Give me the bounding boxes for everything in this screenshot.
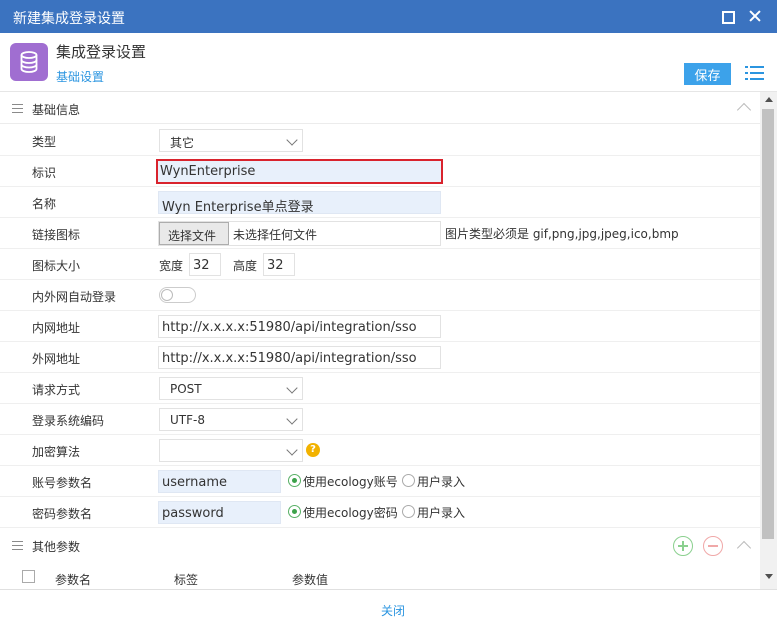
radio-use-ecology-password[interactable] <box>288 505 301 518</box>
column-header: 标签 <box>174 573 199 587</box>
chevron-down-icon <box>286 134 298 146</box>
encoding-select[interactable]: UTF-8 <box>159 408 303 431</box>
row-method: 请求方式 POST <box>0 373 760 404</box>
radio-label: 使用ecology账号 <box>303 475 398 489</box>
window-title: 新建集成登录设置 <box>13 11 125 27</box>
field-label: 登录系统编码 <box>32 414 105 428</box>
menu-icon <box>12 541 23 550</box>
collapse-icon[interactable] <box>736 540 752 556</box>
radio-label: 使用ecology密码 <box>303 506 398 520</box>
question-icon[interactable]: ? <box>306 443 320 457</box>
menu-list-icon[interactable] <box>745 65 765 81</box>
chevron-down-icon <box>286 382 298 394</box>
field-label: 名称 <box>32 197 57 211</box>
radio-label: 用户录入 <box>417 506 466 520</box>
row-auto-login: 内外网自动登录 <box>0 280 760 311</box>
file-type-hint: 图片类型必须是 gif,png,jpg,jpeg,ico,bmp <box>445 227 679 241</box>
field-label: 请求方式 <box>32 383 81 397</box>
row-extranet: 外网地址 http://x.x.x.x:51980/api/integratio… <box>0 342 760 373</box>
database-icon <box>10 43 48 81</box>
row-encoding: 登录系统编码 UTF-8 <box>0 404 760 435</box>
row-ident: 标识 WynEnterprise <box>0 156 760 187</box>
add-param-icon[interactable] <box>673 536 693 556</box>
radio-use-ecology-account[interactable] <box>288 474 301 487</box>
section-basic-info[interactable]: 基础信息 <box>0 93 760 124</box>
chevron-down-icon <box>286 444 298 456</box>
extranet-input[interactable]: http://x.x.x.x:51980/api/integration/sso <box>158 346 441 369</box>
select-value: 其它 <box>170 136 195 150</box>
select-all-checkbox[interactable] <box>22 570 35 583</box>
save-button[interactable]: 保存 <box>684 63 731 85</box>
account-input[interactable]: username <box>158 470 281 493</box>
radio-user-input[interactable] <box>402 505 415 518</box>
scroll-up-icon[interactable] <box>765 97 773 102</box>
method-select[interactable]: POST <box>159 377 303 400</box>
file-status: 未选择任何文件 <box>233 228 318 242</box>
column-header: 参数值 <box>292 573 329 587</box>
field-label: 链接图标 <box>32 228 81 242</box>
row-account: 账号参数名 username 使用ecology账号 用户录入 <box>0 466 760 497</box>
field-label: 外网地址 <box>32 352 81 366</box>
select-value: UTF-8 <box>170 413 205 427</box>
field-label: 密码参数名 <box>32 507 93 521</box>
section-title: 基础信息 <box>32 103 81 117</box>
field-label: 账号参数名 <box>32 476 93 490</box>
dialog-footer: 关闭 <box>0 589 777 628</box>
width-label: 宽度 <box>159 259 184 273</box>
toggle-knob <box>161 289 173 301</box>
params-table-header: 参数名 标签 参数值 <box>0 563 760 589</box>
row-password: 密码参数名 password 使用ecology密码 用户录入 <box>0 497 760 528</box>
row-encrypt: 加密算法 ? <box>0 435 760 466</box>
section-other-params[interactable]: 其他参数 <box>0 530 760 561</box>
intranet-input[interactable]: http://x.x.x.x:51980/api/integration/sso <box>158 315 441 338</box>
field-label: 图标大小 <box>32 259 81 273</box>
auto-login-toggle[interactable] <box>159 287 196 303</box>
height-label: 高度 <box>233 259 258 273</box>
ident-input[interactable]: WynEnterprise <box>156 159 443 184</box>
tab-basic-settings[interactable]: 基础设置 <box>56 68 104 85</box>
menu-icon <box>12 104 23 113</box>
section-title: 其他参数 <box>32 540 81 554</box>
chevron-down-icon <box>286 413 298 425</box>
row-type: 类型 其它 <box>0 125 760 156</box>
encrypt-select[interactable] <box>159 439 303 462</box>
row-icon-size: 图标大小 宽度 32 高度 32 <box>0 249 760 280</box>
name-input[interactable]: Wyn Enterprise单点登录 <box>158 191 441 215</box>
field-label: 类型 <box>32 135 57 149</box>
close-icon[interactable] <box>747 8 763 24</box>
radio-label: 用户录入 <box>417 475 466 489</box>
field-label: 内网地址 <box>32 321 81 335</box>
remove-param-icon[interactable] <box>703 536 723 556</box>
type-select[interactable]: 其它 <box>159 129 303 152</box>
field-label: 标识 <box>32 166 57 180</box>
scroll-thumb[interactable] <box>762 109 774 539</box>
window-titlebar: 新建集成登录设置 <box>0 0 777 33</box>
scrollbar[interactable] <box>760 92 777 589</box>
radio-user-input[interactable] <box>402 474 415 487</box>
maximize-icon[interactable] <box>720 8 736 24</box>
field-label: 加密算法 <box>32 445 81 459</box>
row-link-icon: 链接图标 选择文件 未选择任何文件 图片类型必须是 gif,png,jpg,jp… <box>0 218 760 249</box>
choose-file-button[interactable]: 选择文件 <box>159 222 229 245</box>
collapse-icon[interactable] <box>736 102 752 118</box>
password-input[interactable]: password <box>158 501 281 524</box>
scroll-down-icon[interactable] <box>765 574 773 579</box>
field-label: 内外网自动登录 <box>32 290 117 304</box>
page-title: 集成登录设置 <box>56 43 147 61</box>
column-header: 参数名 <box>55 573 92 587</box>
row-name: 名称 Wyn Enterprise单点登录 <box>0 187 760 218</box>
row-intranet: 内网地址 http://x.x.x.x:51980/api/integratio… <box>0 311 760 342</box>
close-button[interactable]: 关闭 <box>381 602 405 619</box>
select-value: POST <box>170 382 202 396</box>
page-header: 集成登录设置 基础设置 保存 <box>0 33 777 92</box>
width-input[interactable]: 32 <box>189 253 221 276</box>
height-input[interactable]: 32 <box>263 253 295 276</box>
